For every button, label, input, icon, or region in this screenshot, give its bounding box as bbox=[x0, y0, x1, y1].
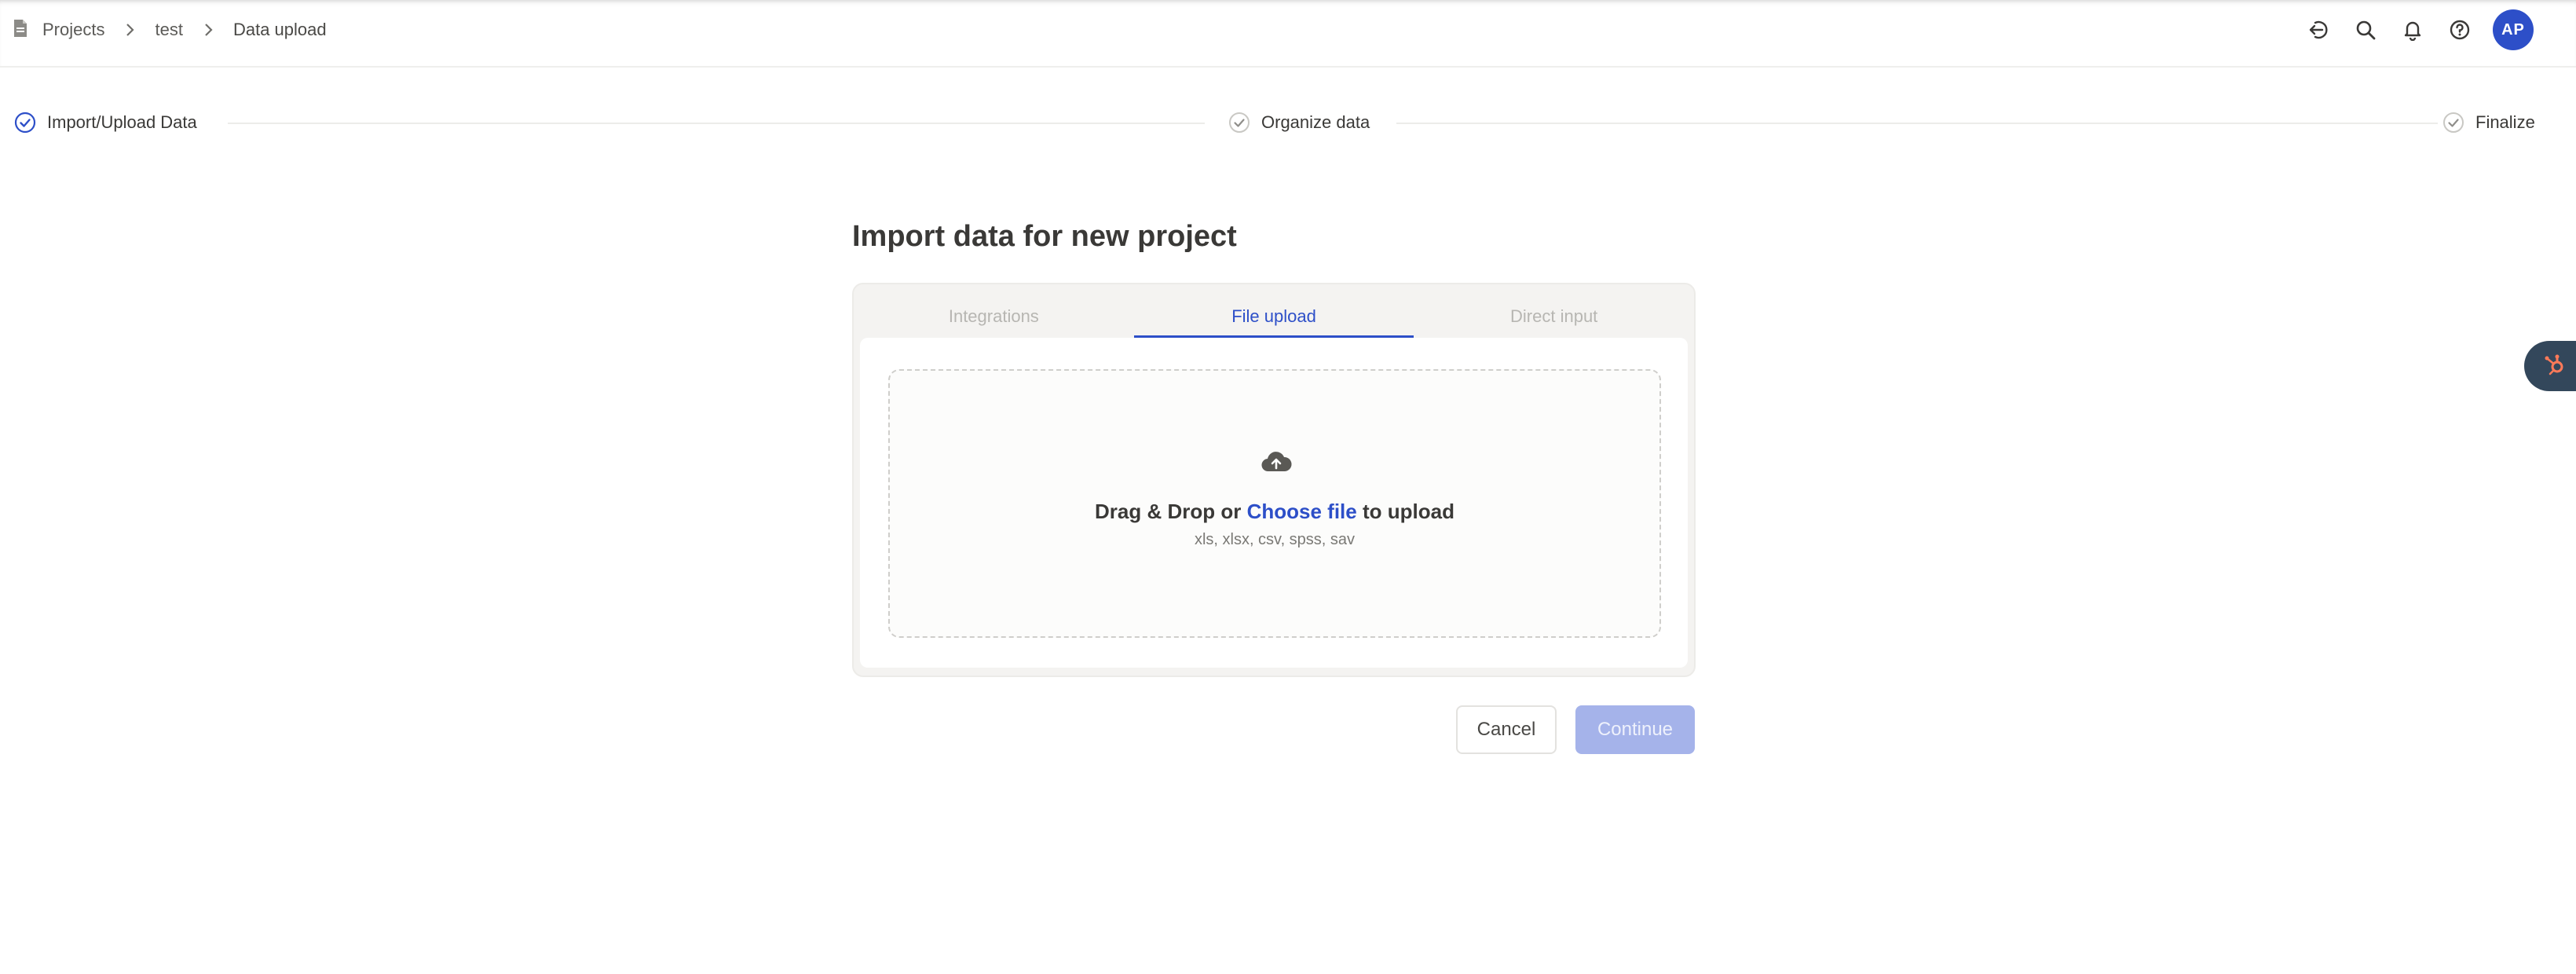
import-panel: Integrations File upload Direct input Dr… bbox=[852, 283, 1696, 677]
page-title: Import data for new project bbox=[852, 220, 1237, 253]
supported-formats: xls, xlsx, csv, spss, sav bbox=[1194, 531, 1356, 548]
help-icon[interactable] bbox=[2447, 17, 2472, 42]
tab-file-upload[interactable]: File upload bbox=[1133, 284, 1414, 338]
hubspot-icon bbox=[2542, 352, 2567, 381]
continue-button[interactable]: Continue bbox=[1575, 705, 1695, 754]
cloud-upload-icon bbox=[1261, 449, 1292, 474]
step-connector bbox=[228, 123, 1205, 124]
breadcrumb-projects[interactable]: Projects bbox=[42, 20, 104, 40]
step-finalize: Finalize bbox=[2442, 108, 2535, 137]
tab-integrations[interactable]: Integrations bbox=[854, 284, 1134, 338]
step-label: Organize data bbox=[1261, 112, 1370, 132]
header-actions: AP bbox=[2284, 9, 2534, 50]
check-circle-icon bbox=[2442, 112, 2464, 134]
cancel-button[interactable]: Cancel bbox=[1456, 705, 1557, 754]
tab-content: Drag & Drop or Choose file to upload xls… bbox=[860, 338, 1688, 668]
chevron-right-icon bbox=[200, 22, 216, 38]
document-icon bbox=[13, 19, 31, 41]
avatar[interactable]: AP bbox=[2493, 9, 2534, 50]
hubspot-chat-launcher[interactable] bbox=[2524, 341, 2576, 391]
step-label: Finalize bbox=[2475, 112, 2535, 132]
dropzone-text-before: Drag & Drop or bbox=[1095, 500, 1247, 523]
check-circle-icon bbox=[14, 112, 36, 134]
tab-direct-input[interactable]: Direct input bbox=[1414, 284, 1694, 338]
collapse-left-icon[interactable] bbox=[2306, 17, 2331, 42]
breadcrumb-data-upload: Data upload bbox=[232, 20, 327, 39]
dropzone-instructions: Drag & Drop or Choose file to upload bbox=[890, 500, 1659, 524]
bell-icon[interactable] bbox=[2400, 17, 2425, 42]
choose-file-link[interactable]: Choose file bbox=[1247, 500, 1357, 523]
breadcrumb-test[interactable]: test bbox=[155, 20, 182, 40]
step-label: Import/Upload Data bbox=[47, 112, 197, 132]
dropzone-text-after: to upload bbox=[1356, 500, 1454, 523]
step-import-upload: Import/Upload Data bbox=[14, 108, 197, 137]
file-dropzone[interactable]: Drag & Drop or Choose file to upload xls… bbox=[888, 369, 1661, 638]
chevron-right-icon bbox=[122, 22, 137, 38]
step-organize-data: Organize data bbox=[1228, 108, 1370, 137]
import-tabs: Integrations File upload Direct input bbox=[854, 284, 1694, 338]
top-bar: Projects test Data upload AP bbox=[0, 0, 2576, 68]
breadcrumb: Projects test Data upload bbox=[13, 17, 327, 42]
search-icon[interactable] bbox=[2353, 17, 2378, 42]
progress-stepper: Import/Upload Data Organize data Finaliz… bbox=[0, 108, 2576, 137]
step-connector bbox=[1396, 123, 2438, 124]
check-circle-icon bbox=[1228, 112, 1250, 134]
